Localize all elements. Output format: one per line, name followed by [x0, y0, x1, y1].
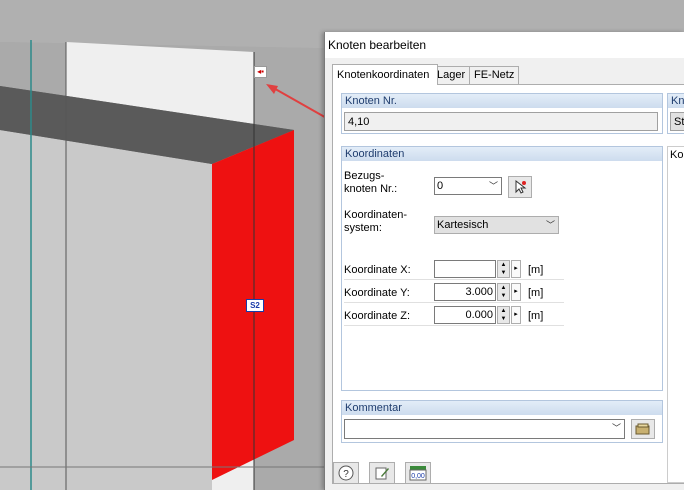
- pick-node-button[interactable]: [508, 176, 532, 198]
- coordinates-group: Koordinaten Bezugs- knoten Nr.: 0 ﹀ Koor…: [341, 146, 663, 391]
- dialog-titlebar[interactable]: Knoten bearbeiten: [325, 32, 684, 58]
- surface-label[interactable]: S2: [246, 299, 264, 312]
- comment-library-button[interactable]: [631, 419, 655, 439]
- coordinate-system-select[interactable]: Kartesisch ﹀: [434, 216, 559, 234]
- coordinate-z-spinner[interactable]: ▲ ▼: [497, 306, 510, 324]
- help-icon: ?: [338, 465, 354, 481]
- help-button[interactable]: ?: [333, 462, 359, 484]
- svg-text:?: ?: [343, 469, 349, 480]
- coordinate-x-input[interactable]: [434, 260, 496, 278]
- right-settings-header: Kno: [668, 94, 684, 108]
- coordinate-z-label: Koordinate Z:: [344, 310, 411, 322]
- reference-node-label-1: Bezugs-: [344, 170, 385, 182]
- number-format-icon: 0,00: [409, 466, 427, 481]
- node-number-field[interactable]: 4,10: [344, 112, 658, 131]
- tab-panel: Knoten Nr. 4,10 Kno Sta Koordinaten Bezu…: [332, 84, 684, 484]
- coordinate-y-unit: [m]: [528, 287, 544, 299]
- tab-supports[interactable]: Lager: [432, 66, 472, 84]
- node-marker-icon[interactable]: ◂▪: [254, 66, 267, 78]
- coordinate-system-label-1: Koordinaten-: [344, 209, 407, 221]
- edit-node-dialog: Knoten bearbeiten Knotenkoordinaten Lage…: [324, 32, 684, 490]
- coordinates-header: Koordinaten: [342, 147, 662, 161]
- node-number-header: Knoten Nr.: [342, 94, 662, 108]
- row-separator: [344, 279, 564, 280]
- number-format-text: 0,00: [411, 473, 425, 480]
- number-format-button[interactable]: 0,00: [405, 462, 431, 484]
- coordinate-z-input[interactable]: 0.000: [434, 306, 496, 324]
- row-separator: [344, 325, 564, 326]
- node-number-group: Knoten Nr. 4,10: [341, 93, 663, 134]
- coordinate-system-label-2: system:: [344, 222, 382, 234]
- preview-group: Ko: [667, 146, 684, 483]
- coordinate-y-input[interactable]: 3.000: [434, 283, 496, 301]
- right-settings-button[interactable]: Sta: [670, 112, 684, 131]
- coordinate-z-menu-button[interactable]: ▸: [511, 306, 521, 324]
- chevron-down-icon: ﹀: [545, 220, 555, 230]
- coordinate-x-menu-button[interactable]: ▸: [511, 260, 521, 278]
- preview-header: Ko: [670, 149, 684, 161]
- comment-group: Kommentar ﹀: [341, 400, 663, 443]
- coordinate-z-unit: [m]: [528, 310, 544, 322]
- coordinate-x-unit: [m]: [528, 264, 544, 276]
- coordinate-x-label: Koordinate X:: [344, 264, 411, 276]
- edit-button[interactable]: [369, 462, 395, 484]
- right-settings-group: Kno Sta: [667, 93, 684, 134]
- edit-icon: [375, 467, 389, 480]
- cursor-pick-icon: [515, 180, 527, 194]
- comment-library-icon: [635, 423, 650, 435]
- chevron-down-icon: ﹀: [488, 181, 498, 191]
- dialog-title: Knoten bearbeiten: [328, 38, 427, 52]
- tab-node-coordinates[interactable]: Knotenkoordinaten: [332, 64, 438, 85]
- comment-input[interactable]: ﹀: [344, 419, 625, 439]
- coordinate-y-spinner[interactable]: ▲ ▼: [497, 283, 510, 301]
- comment-header: Kommentar: [342, 401, 662, 415]
- reference-node-label-2: knoten Nr.:: [344, 183, 398, 195]
- reference-node-select[interactable]: 0 ﹀: [434, 177, 502, 195]
- coordinate-x-spinner[interactable]: ▲ ▼: [497, 260, 510, 278]
- chevron-down-icon: ﹀: [611, 423, 621, 433]
- coordinate-y-menu-button[interactable]: ▸: [511, 283, 521, 301]
- coordinate-system-value: Kartesisch: [437, 219, 489, 231]
- reference-node-value: 0: [437, 180, 444, 192]
- tab-fe-mesh[interactable]: FE-Netz: [469, 66, 519, 84]
- row-separator: [344, 302, 564, 303]
- coordinate-y-label: Koordinate Y:: [344, 287, 410, 299]
